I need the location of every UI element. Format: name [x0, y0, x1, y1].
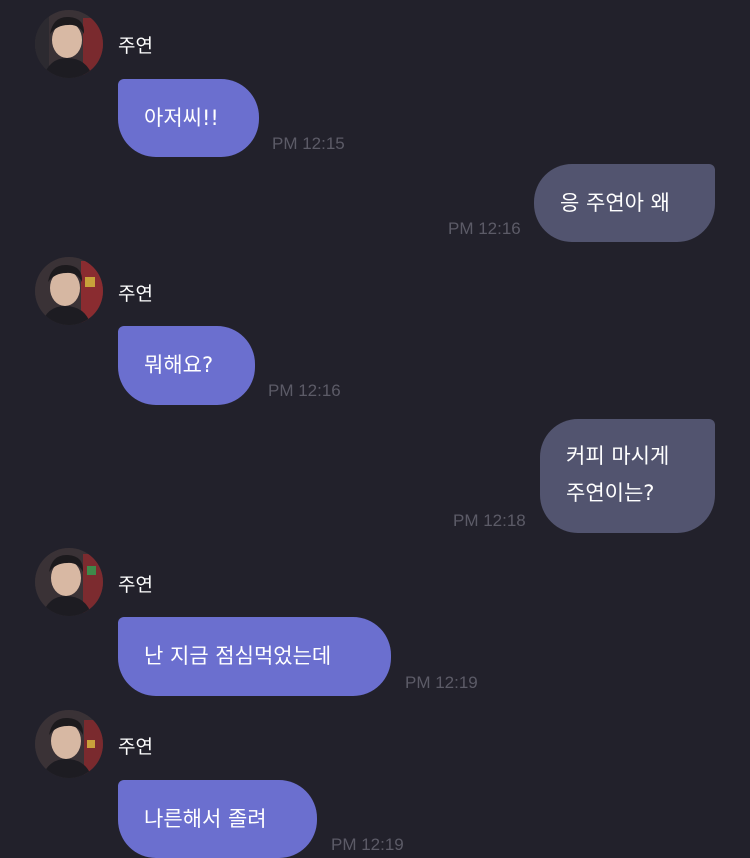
contact-avatar[interactable]: [35, 257, 103, 325]
message-timestamp: PM 12:19: [331, 835, 404, 854]
sender-name: 주연: [118, 283, 153, 305]
message-text: 아저씨!!: [144, 106, 219, 130]
sender-name: 주연: [118, 35, 153, 57]
message-text: 응 주연아 왜: [560, 191, 670, 215]
message-text: 난 지금 점심먹었는데: [144, 644, 332, 668]
message-timestamp: PM 12:15: [272, 134, 345, 153]
avatar-photo-icon: [35, 10, 103, 78]
message-text: 뭐해요?: [144, 353, 214, 377]
message-text-line: 주연이는?: [566, 481, 655, 505]
message-timestamp: PM 12:19: [405, 673, 478, 692]
contact-avatar[interactable]: [35, 710, 103, 778]
message-timestamp: PM 12:16: [268, 381, 341, 400]
message-timestamp: PM 12:18: [453, 511, 526, 530]
message-text-line: 커피 마시게: [566, 444, 670, 468]
avatar-photo-icon: [35, 710, 103, 778]
message-bubble-incoming[interactable]: 난 지금 점심먹었는데: [118, 617, 391, 696]
message-bubble-outgoing[interactable]: 응 주연아 왜: [534, 164, 715, 242]
avatar-photo-icon: [35, 548, 103, 616]
message-bubble-incoming[interactable]: 아저씨!!: [118, 79, 259, 157]
sender-name: 주연: [118, 574, 153, 596]
sender-name: 주연: [118, 736, 153, 758]
contact-avatar[interactable]: [35, 10, 103, 78]
message-bubble-outgoing[interactable]: 커피 마시게 주연이는?: [540, 419, 715, 533]
message-text: 나른해서 졸려: [144, 807, 267, 831]
avatar-photo-icon: [35, 257, 103, 325]
contact-avatar[interactable]: [35, 548, 103, 616]
message-bubble-incoming[interactable]: 나른해서 졸려: [118, 780, 317, 858]
message-bubble-incoming[interactable]: 뭐해요?: [118, 326, 255, 405]
message-timestamp: PM 12:16: [448, 219, 521, 238]
